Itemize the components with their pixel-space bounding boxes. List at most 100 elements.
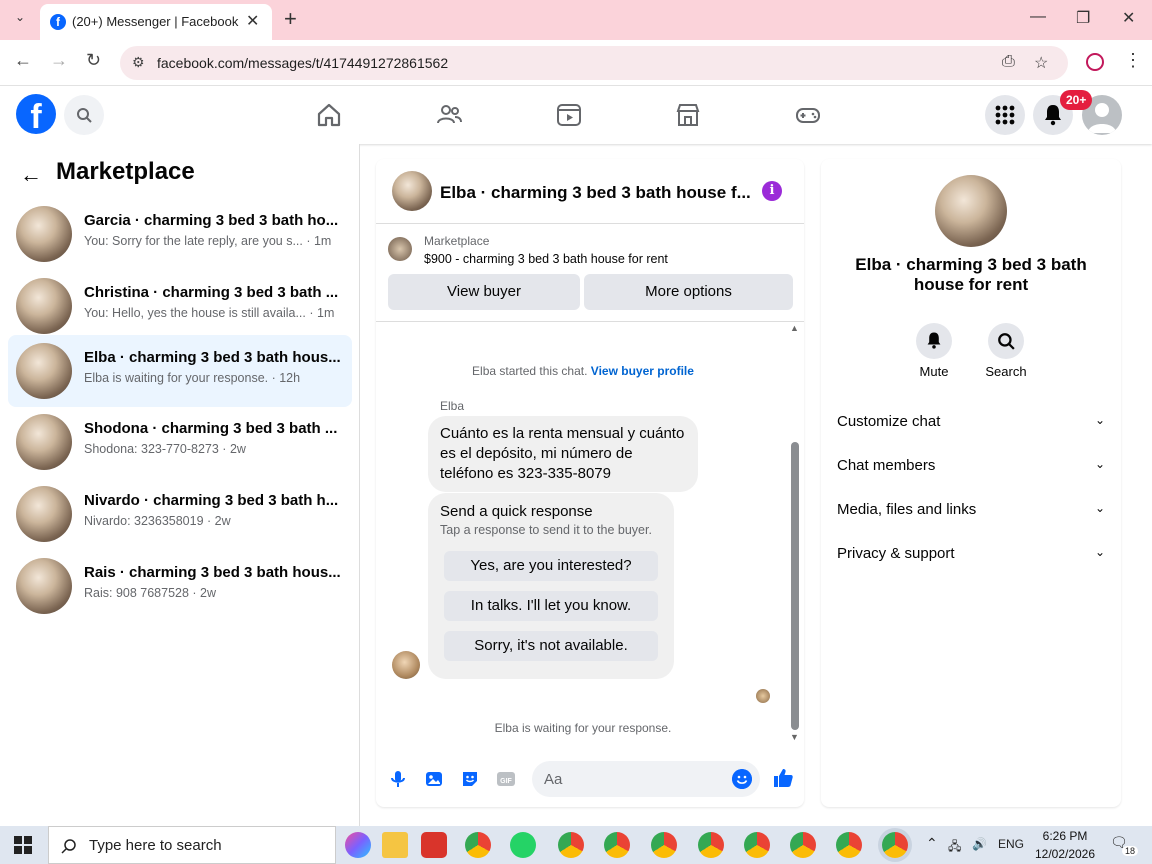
url-text[interactable]: facebook.com/messages/t/4174491272861562 — [157, 55, 448, 71]
chrome-icon[interactable] — [604, 832, 630, 858]
sender-name: Elba — [440, 399, 465, 413]
chrome-icon[interactable] — [698, 832, 724, 858]
chat-profile-photo[interactable] — [935, 175, 1007, 247]
reload-icon[interactable]: ↻ — [86, 50, 101, 71]
sticker-icon[interactable] — [460, 769, 480, 789]
browser-tab[interactable]: f (20+) Messenger | Facebook ✕ — [40, 4, 272, 40]
scroll-up-icon[interactable]: ▲ — [790, 323, 799, 333]
conversation-item-nivardo[interactable]: Nivardo · charming 3 bed 3 bath h... Niv… — [8, 478, 352, 550]
message-input[interactable]: Aa — [532, 761, 760, 797]
chevron-down-icon: ⌄ — [1094, 413, 1105, 427]
thumbs-up-icon[interactable] — [772, 767, 794, 789]
tray-chevron-up-icon[interactable]: ⌃ — [926, 835, 938, 852]
chrome-active-icon[interactable] — [882, 832, 908, 858]
conversation-item-garcia[interactable]: Garcia · charming 3 bed 3 bath ho... You… — [8, 198, 352, 270]
message-input-placeholder: Aa — [544, 771, 563, 788]
page-title: Marketplace — [56, 158, 195, 185]
facebook-header: f — [0, 86, 1152, 144]
listing-title[interactable]: $900 - charming 3 bed 3 bath house for r… — [424, 252, 668, 266]
fb-search-button[interactable] — [64, 95, 104, 135]
system-clock[interactable]: 6:26 PM 12/02/2026 — [1030, 827, 1100, 863]
privacy-support-section[interactable]: Privacy & support ⌄ — [837, 545, 1105, 562]
listing-mini-thumbnail — [388, 237, 412, 261]
search-in-chat-button[interactable] — [988, 323, 1024, 359]
chrome-icon[interactable] — [790, 832, 816, 858]
chrome-icon[interactable] — [465, 832, 491, 858]
search-icon — [61, 839, 76, 854]
chrome-icon[interactable] — [836, 832, 862, 858]
mute-button[interactable] — [916, 323, 952, 359]
close-window-icon[interactable]: ✕ — [1122, 8, 1135, 28]
conversation-name: Christina · charming 3 bed 3 bath ... — [84, 284, 339, 301]
marketplace-icon[interactable] — [674, 101, 702, 129]
chat-details-title: Elba · charming 3 bed 3 bath house for r… — [855, 255, 1087, 294]
microphone-icon[interactable] — [388, 769, 408, 789]
conversation-snippet: Shodona: 323-770-8273 · 2w — [84, 442, 246, 456]
friends-icon[interactable] — [435, 101, 463, 129]
youtube-app-icon[interactable] — [421, 832, 447, 858]
chat-scrollbar-thumb[interactable] — [791, 442, 799, 730]
windows-start-icon[interactable] — [14, 836, 32, 854]
browser-menu-icon[interactable]: ⋮ — [1124, 50, 1142, 71]
scroll-down-icon[interactable]: ▼ — [790, 732, 799, 742]
conversation-item-rais[interactable]: Rais · charming 3 bed 3 bath hous... Rai… — [8, 550, 352, 622]
tab-search-chevron-icon[interactable]: ⌄ — [10, 10, 30, 30]
quick-reply-not-available-button[interactable]: Sorry, it's not available. — [444, 631, 658, 661]
browser-tab-strip: ⌄ f (20+) Messenger | Facebook ✕ + — ❐ ✕ — [0, 0, 1152, 40]
quick-reply-interested-button[interactable]: Yes, are you interested? — [444, 551, 658, 581]
photo-icon[interactable] — [424, 769, 444, 789]
volume-icon[interactable]: 🔊 — [972, 837, 987, 851]
home-icon[interactable] — [315, 101, 343, 129]
gif-icon[interactable]: GIF — [496, 769, 516, 789]
view-buyer-button[interactable]: View buyer — [388, 274, 580, 310]
close-tab-icon[interactable]: ✕ — [246, 11, 259, 31]
chrome-icon[interactable] — [558, 832, 584, 858]
browser-toolbar: ← → ↻ ⚙ facebook.com/messages/t/41744912… — [0, 40, 1152, 86]
minimize-icon[interactable]: — — [1030, 8, 1046, 26]
clock-time: 6:26 PM — [1042, 829, 1088, 843]
chrome-icon[interactable] — [651, 832, 677, 858]
forward-icon[interactable]: → — [50, 50, 68, 71]
whatsapp-icon[interactable] — [510, 832, 536, 858]
listing-thumbnail — [16, 206, 72, 262]
gaming-icon[interactable] — [794, 101, 822, 129]
copilot-icon[interactable] — [345, 832, 371, 858]
emoji-icon[interactable] — [732, 769, 752, 789]
menu-grid-button[interactable] — [985, 95, 1025, 135]
facebook-logo-icon[interactable]: f — [16, 94, 56, 136]
info-icon[interactable]: i — [762, 181, 782, 201]
new-tab-icon[interactable]: + — [284, 6, 297, 32]
network-icon[interactable]: 🖧 — [948, 837, 961, 858]
back-icon[interactable]: ← — [14, 50, 32, 71]
quick-response-card: Send a quick response Tap a response to … — [428, 493, 674, 679]
site-info-icon[interactable]: ⚙ — [132, 54, 145, 71]
svg-text:GIF: GIF — [500, 778, 512, 785]
message-bubble[interactable]: Cuánto es la renta mensual y cuánto es e… — [428, 416, 698, 492]
chat-members-section[interactable]: Chat members ⌄ — [837, 457, 1105, 474]
chrome-icon[interactable] — [744, 832, 770, 858]
conversation-item-elba[interactable]: Elba · charming 3 bed 3 bath hous... Elb… — [8, 335, 352, 407]
media-files-links-section[interactable]: Media, files and links ⌄ — [837, 501, 1105, 518]
conversation-item-christina[interactable]: Christina · charming 3 bed 3 bath ... Yo… — [8, 270, 352, 342]
conversation-item-shodona[interactable]: Shodona · charming 3 bed 3 bath ... Shod… — [8, 406, 352, 478]
install-app-icon[interactable]: ⎙ — [1002, 53, 1015, 71]
chat-header-thumbnail[interactable] — [392, 171, 432, 211]
customize-chat-section[interactable]: Customize chat ⌄ — [837, 413, 1105, 430]
more-options-button[interactable]: More options — [584, 274, 793, 310]
back-arrow-icon[interactable]: ← — [20, 162, 42, 188]
taskbar-search-placeholder: Type here to search — [89, 837, 222, 854]
conversation-list-panel: ← Marketplace Garcia · charming 3 bed 3 … — [0, 144, 360, 826]
view-buyer-profile-link[interactable]: View buyer profile — [591, 364, 694, 378]
profile-icon[interactable] — [1086, 53, 1104, 71]
sender-avatar[interactable] — [392, 651, 420, 679]
address-bar[interactable]: ⚙ facebook.com/messages/t/41744912728615… — [120, 46, 1068, 80]
language-indicator[interactable]: ENG — [998, 837, 1024, 851]
chat-title[interactable]: Elba · charming 3 bed 3 bath house f... — [440, 183, 751, 203]
chevron-down-icon: ⌄ — [1094, 457, 1105, 471]
taskbar-search[interactable]: Type here to search — [48, 826, 336, 864]
quick-reply-in-talks-button[interactable]: In talks. I'll let you know. — [444, 591, 658, 621]
restore-icon[interactable]: ❐ — [1076, 8, 1090, 28]
bookmark-star-icon[interactable]: ☆ — [1034, 53, 1048, 73]
file-explorer-icon[interactable] — [382, 832, 408, 858]
video-icon[interactable] — [555, 101, 583, 129]
